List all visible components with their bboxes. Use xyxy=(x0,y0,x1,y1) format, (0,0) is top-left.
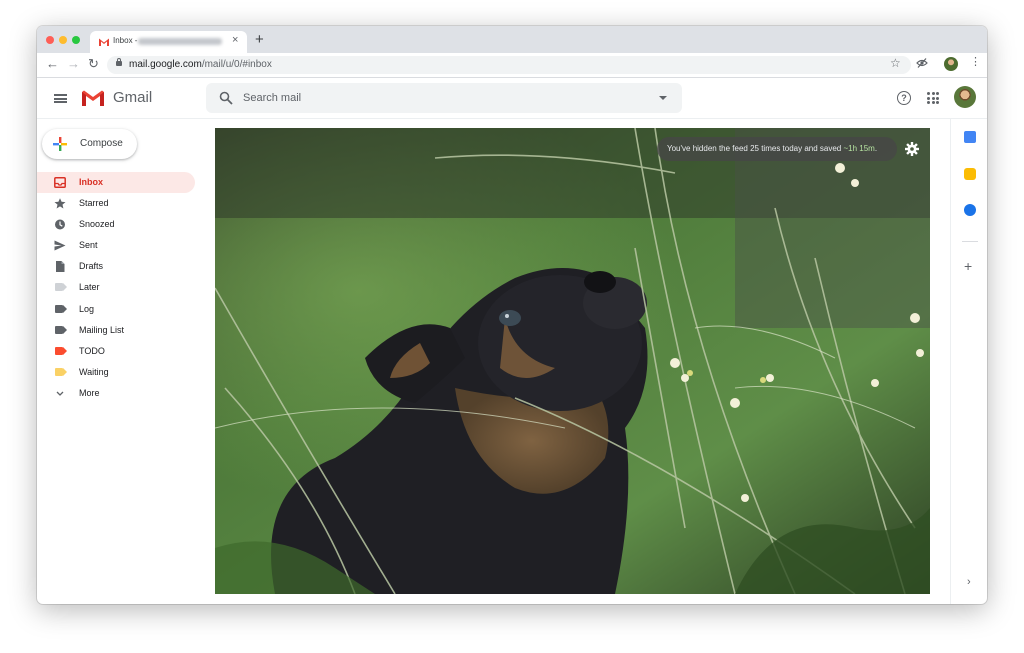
close-window-button[interactable] xyxy=(46,36,54,44)
feed-replacement-photo: You've hidden the feed 25 times today an… xyxy=(215,128,930,594)
sidebar-item-label: Sent xyxy=(79,240,98,251)
rail-divider xyxy=(962,241,978,242)
sidebar-item-label: Log xyxy=(79,303,95,314)
search-input[interactable]: Search mail xyxy=(243,92,301,104)
feed-hidden-notice: You've hidden the feed 25 times today an… xyxy=(657,137,897,161)
feed-notice-text: You've hidden the feed 25 times today an… xyxy=(667,144,877,153)
bookmark-star-icon[interactable]: ☆ xyxy=(890,56,901,70)
tab-strip: Inbox - × + xyxy=(37,26,987,53)
tab-title: Inbox - xyxy=(113,36,138,45)
right-side-panel: + › xyxy=(950,118,987,604)
google-apps-icon[interactable] xyxy=(927,92,939,104)
new-tab-button[interactable]: + xyxy=(255,32,264,47)
inbox-icon xyxy=(54,177,66,188)
tab-close-icon[interactable]: × xyxy=(232,34,238,46)
label-log-icon xyxy=(55,304,67,313)
back-arrow-icon[interactable]: ← xyxy=(46,57,59,71)
maximize-window-button[interactable] xyxy=(72,36,80,44)
gmail-header: Gmail Search mail ? xyxy=(37,78,987,119)
url-text: mail.google.com/mail/u/0/#inbox xyxy=(129,59,272,70)
sidebar-item-label: Waiting xyxy=(79,366,109,377)
draft-icon xyxy=(56,261,65,273)
sidebar-item-label: Snoozed xyxy=(79,219,115,230)
puppy-in-grass-image xyxy=(215,128,930,594)
sidebar-item-label: Starred xyxy=(79,198,109,209)
minimize-window-button[interactable] xyxy=(59,36,67,44)
compose-plus-icon xyxy=(53,137,67,151)
add-addon-icon[interactable]: + xyxy=(964,259,972,273)
profile-avatar-small[interactable] xyxy=(944,57,958,71)
search-box[interactable]: Search mail xyxy=(206,83,682,113)
feed-notice-period: . xyxy=(874,144,878,153)
send-icon xyxy=(54,240,66,251)
browser-menu-icon[interactable]: ⋮ xyxy=(970,55,981,68)
sidebar-item-sent[interactable]: Sent xyxy=(37,235,195,256)
hide-eye-extension-icon[interactable] xyxy=(916,57,928,69)
sidebar-item-label: Drafts xyxy=(79,261,104,272)
browser-toolbar: ← → ↻ mail.google.com/mail/u/0/#inbox xyxy=(37,53,987,78)
sidebar-item-label: Later xyxy=(79,282,100,293)
help-icon[interactable]: ? xyxy=(897,91,911,105)
tab-title-blurred-email xyxy=(138,38,222,45)
label-later-icon xyxy=(55,283,67,292)
sidebar-item-waiting[interactable]: Waiting xyxy=(37,362,195,383)
label-waiting-icon xyxy=(55,367,67,376)
compose-label: Compose xyxy=(80,138,123,149)
forward-arrow-icon[interactable]: → xyxy=(67,57,80,71)
label-mailing-list-icon xyxy=(55,325,67,334)
expand-panel-chevron-icon[interactable]: › xyxy=(967,576,971,588)
main-menu-icon[interactable] xyxy=(54,94,67,103)
reload-icon[interactable]: ↻ xyxy=(88,57,99,71)
address-bar[interactable]: mail.google.com/mail/u/0/#inbox xyxy=(107,56,911,74)
sidebar-item-snoozed[interactable]: Snoozed xyxy=(37,214,195,235)
search-options-dropdown-icon[interactable] xyxy=(659,96,667,100)
lock-icon xyxy=(116,58,122,66)
sidebar-item-label: More xyxy=(79,387,100,398)
sidebar-item-todo[interactable]: TODO xyxy=(37,341,195,362)
sidebar-item-log[interactable]: Log xyxy=(37,299,195,320)
sidebar-item-label: Inbox xyxy=(79,177,103,187)
keep-icon[interactable] xyxy=(964,168,976,180)
sidebar-nav: Inbox Starred Snoozed Sent Drafts Later … xyxy=(37,172,207,404)
url-domain: mail.google.com xyxy=(129,59,202,70)
chevron-down-icon xyxy=(56,391,64,396)
sidebar-item-drafts[interactable]: Drafts xyxy=(37,256,195,277)
clock-icon xyxy=(55,219,65,230)
sidebar-item-later[interactable]: Later xyxy=(37,277,195,298)
sidebar-item-label: TODO xyxy=(79,345,105,356)
browser-window: Inbox - × + ← → ↻ mail.google.com/mail/u… xyxy=(37,26,987,604)
search-icon[interactable] xyxy=(219,91,233,105)
settings-gear-icon[interactable] xyxy=(905,142,919,156)
sidebar-item-more[interactable]: More xyxy=(37,383,195,404)
tasks-icon[interactable] xyxy=(964,204,976,216)
sidebar-item-inbox[interactable]: Inbox xyxy=(37,172,195,194)
label-todo-icon xyxy=(55,346,67,355)
sidebar-item-mailing-list[interactable]: Mailing List xyxy=(37,320,195,341)
calendar-icon[interactable] xyxy=(964,131,976,143)
star-icon xyxy=(54,198,66,209)
account-avatar[interactable] xyxy=(954,86,976,108)
browser-tab-inbox[interactable]: Inbox - × xyxy=(90,31,247,53)
gmail-favicon-icon xyxy=(99,38,109,46)
compose-button[interactable]: Compose xyxy=(42,129,137,159)
gmail-logo-icon[interactable] xyxy=(81,89,105,107)
sidebar-item-label: Mailing List xyxy=(79,324,125,335)
gmail-wordmark[interactable]: Gmail xyxy=(113,89,152,106)
sidebar-item-starred[interactable]: Starred xyxy=(37,193,195,214)
feed-notice-message: You've hidden the feed 25 times today an… xyxy=(667,144,844,153)
url-path: /mail/u/0/#inbox xyxy=(201,59,272,70)
feed-notice-time-saved: ~1h 15m xyxy=(843,144,875,153)
